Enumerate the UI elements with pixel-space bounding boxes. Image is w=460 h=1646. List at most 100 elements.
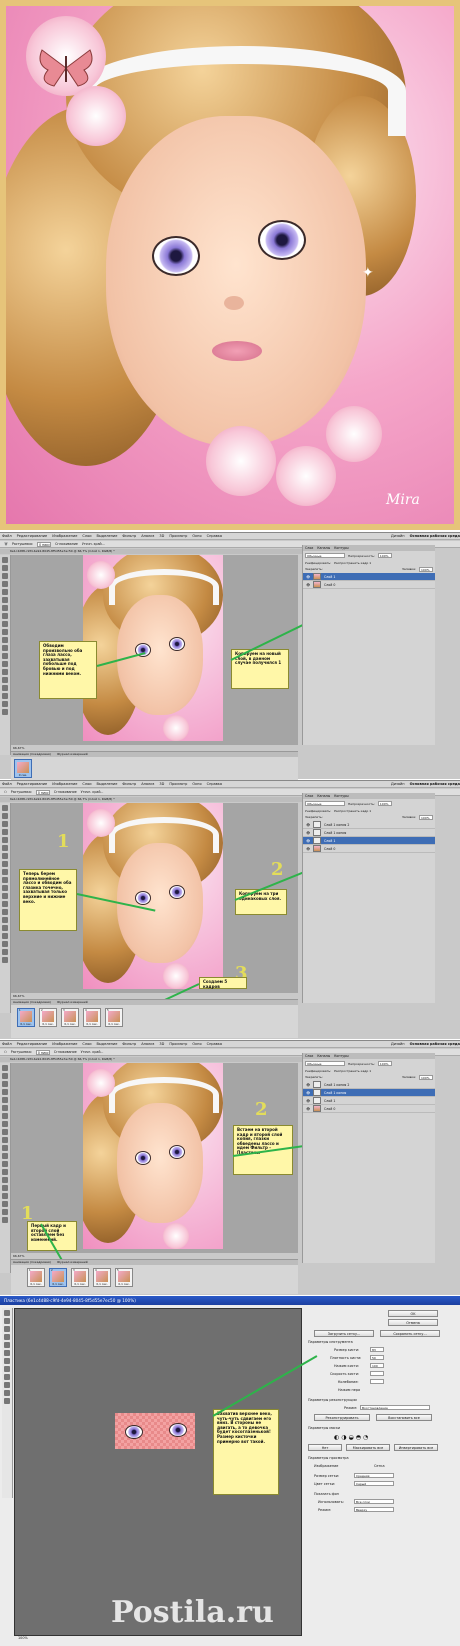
menu-file[interactable]: Файл (2, 782, 12, 786)
refine-edge-button[interactable]: Уточн. край... (82, 542, 105, 546)
spread-frame-checkbox[interactable]: Распространить кадр 1 (334, 1069, 371, 1073)
tab-paths[interactable]: Контуры (334, 1053, 349, 1059)
menu-select[interactable]: Выделение (97, 534, 118, 538)
stamp-tool-icon[interactable] (2, 621, 8, 627)
animation-frame[interactable]: 40,1 сек. (83, 1008, 101, 1027)
marquee-tool-icon[interactable] (2, 565, 8, 571)
liquify-preview[interactable]: Захватив верхнее веко, чуть-чуть сдвигае… (14, 1308, 318, 1636)
workspace-switcher[interactable]: Основная рабочая среда (410, 1042, 460, 1046)
push-left-icon[interactable] (4, 1350, 10, 1356)
document-canvas[interactable] (83, 803, 223, 989)
opacity-input[interactable]: 100% (377, 1061, 392, 1066)
move-tool-icon[interactable] (2, 557, 8, 563)
zoom-tool-icon[interactable] (4, 1398, 10, 1404)
bloat-icon[interactable] (4, 1342, 10, 1348)
spread-frame-checkbox[interactable]: Распространить кадр 1 (334, 809, 371, 813)
menu-image[interactable]: Изображение (52, 534, 77, 538)
tab-animation[interactable]: Анимация (покадровая) (13, 1000, 51, 1005)
backdrop-mode-select[interactable]: Вверху (354, 1507, 394, 1512)
layer-row[interactable]: 👁 Слой 0 (303, 1105, 435, 1113)
hand-tool-icon[interactable] (2, 701, 8, 707)
brush-density-input[interactable]: 50 (370, 1355, 384, 1360)
heal-tool-icon[interactable] (2, 605, 8, 611)
animation-frame[interactable]: 20,1 сек. (39, 1008, 57, 1027)
invert-all-button[interactable]: Инвертировать все (394, 1444, 438, 1451)
tab-paths[interactable]: Контуры (334, 793, 349, 799)
turbulence-input[interactable] (370, 1379, 384, 1384)
brush-pressure-input[interactable]: 100 (370, 1363, 384, 1368)
load-mesh-button[interactable]: Загрузить сетку... (314, 1330, 374, 1337)
menu-filter[interactable]: Фильтр (122, 782, 136, 786)
opacity-input[interactable]: 100% (377, 553, 392, 558)
mode-select[interactable]: Восстановление (360, 1405, 430, 1410)
menu-view[interactable]: Просмотр (169, 782, 187, 786)
forward-warp-icon[interactable] (4, 1310, 10, 1316)
wand-tool-icon[interactable] (2, 581, 8, 587)
lasso-tool-icon[interactable]: ➰ (4, 542, 8, 546)
menu-file[interactable]: Файл (2, 534, 12, 538)
tab-measurement[interactable]: Журнал измерений (57, 1260, 88, 1265)
menu-layers[interactable]: Слои (82, 534, 91, 538)
document-canvas[interactable] (83, 1063, 223, 1249)
eyedropper-tool-icon[interactable] (2, 597, 8, 603)
layer-row[interactable]: 👁 Слой 1 (303, 837, 435, 845)
tab-animation[interactable]: Анимация (покадровая) (13, 1260, 51, 1265)
menu-layers[interactable]: Слои (82, 782, 91, 786)
lasso-tool-icon[interactable] (2, 821, 8, 827)
menu-3d[interactable]: 3D (159, 1042, 164, 1046)
animation-frame[interactable]: 30,1 сек. (71, 1268, 89, 1287)
menu-help[interactable]: Справка (207, 534, 222, 538)
use-select[interactable]: Все слои (354, 1499, 394, 1504)
mesh-size-select[interactable]: Средняя (354, 1473, 394, 1478)
show-backdrop-checkbox[interactable]: Показать фон (314, 1492, 339, 1496)
smoothing-checkbox[interactable]: Сглаживание (55, 542, 78, 546)
turbulence-icon[interactable] (4, 1366, 10, 1372)
menu-3d[interactable]: 3D (159, 534, 164, 538)
eye-icon[interactable]: 👁 (306, 831, 310, 835)
thaw-mask-icon[interactable] (4, 1382, 10, 1388)
tab-channels[interactable]: Каналы (317, 545, 330, 551)
document-tab[interactable]: 6e1c4d88-c9fd-4e94-8045-8f5d55e7ec50 @ 6… (0, 1057, 310, 1062)
menu-select[interactable]: Выделение (97, 1042, 118, 1046)
smoothing-checkbox[interactable]: Сглаживание (54, 1050, 77, 1054)
layer-row[interactable]: 👁 Слой 0 (303, 581, 435, 589)
mask-all-button[interactable]: Маскировать все (346, 1444, 390, 1451)
path-select-icon[interactable] (2, 685, 8, 691)
save-mesh-button[interactable]: Сохранить сетку... (380, 1330, 440, 1337)
layer-row[interactable]: 👁 Слой 1 (303, 573, 435, 581)
spread-frame-checkbox[interactable]: Распространить кадр 1 (334, 561, 371, 565)
twirl-icon[interactable] (4, 1326, 10, 1332)
menu-edit[interactable]: Редактирование (17, 534, 48, 538)
eye-icon[interactable]: 👁 (306, 1107, 310, 1111)
animation-frame[interactable]: 40,1 сек. (93, 1268, 111, 1287)
menu-select[interactable]: Выделение (97, 782, 118, 786)
menu-view[interactable]: Просмотр (169, 534, 187, 538)
tab-channels[interactable]: Каналы (317, 793, 330, 799)
menu-filter[interactable]: Фильтр (122, 1042, 136, 1046)
document-tab[interactable]: 6e1c4d88-c9fd-4e94-8045-8f5d55e7ec50 @ 6… (0, 797, 310, 802)
menu-window[interactable]: Окно (192, 534, 201, 538)
history-brush-icon[interactable] (2, 629, 8, 635)
restore-all-button[interactable]: Восстановить все (376, 1414, 432, 1421)
workspace-design[interactable]: Дизайн (391, 782, 405, 786)
blend-mode-select[interactable]: Обычные (305, 553, 345, 558)
tab-layers[interactable]: Слои (305, 793, 313, 799)
eye-icon[interactable]: 👁 (306, 583, 310, 587)
brush-tool-icon[interactable] (2, 613, 8, 619)
cancel-button[interactable]: Отмена (388, 1319, 438, 1326)
mirror-icon[interactable] (4, 1358, 10, 1364)
menu-image[interactable]: Изображение (52, 782, 77, 786)
feather-input[interactable]: 0 пикс (35, 1049, 50, 1055)
animation-frame[interactable]: 30,1 сек. (61, 1008, 79, 1027)
menu-layers[interactable]: Слои (82, 1042, 91, 1046)
blur-tool-icon[interactable] (2, 653, 8, 659)
menu-analysis[interactable]: Анализ (141, 782, 154, 786)
shape-tool-icon[interactable] (2, 693, 8, 699)
zoom-tool-icon[interactable] (2, 709, 8, 715)
eye-icon[interactable]: 👁 (306, 1091, 310, 1095)
workspace-switcher[interactable]: Основная рабочая среда (410, 534, 460, 538)
crop-tool-icon[interactable] (2, 589, 8, 595)
feather-input[interactable]: 0 пикс (35, 789, 50, 795)
show-mesh-checkbox[interactable]: Сетка (374, 1464, 385, 1468)
menu-view[interactable]: Просмотр (169, 1042, 187, 1046)
